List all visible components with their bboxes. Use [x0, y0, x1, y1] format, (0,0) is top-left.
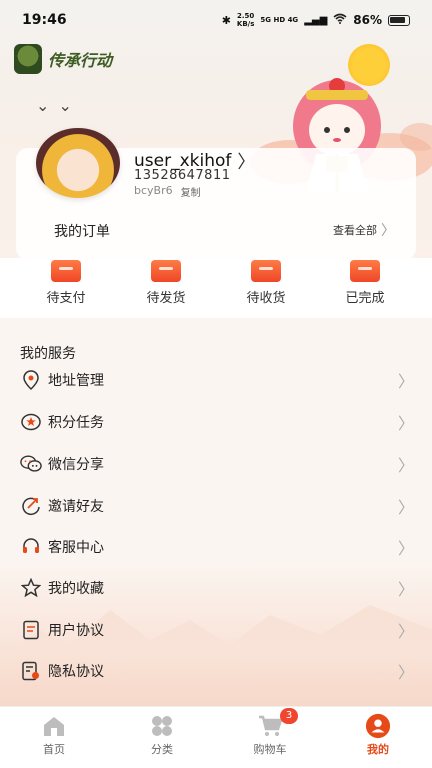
profile-icon: [365, 713, 391, 739]
order-pending-payment[interactable]: 待支付: [26, 258, 106, 318]
chevron-right-icon: 〉: [397, 580, 414, 599]
status-bar: 19:46 ✱ 2.50 KB/s 5G HD 4G ▂▄▆ 86%: [0, 0, 432, 40]
nav-profile[interactable]: 我的: [324, 707, 432, 768]
service-label: 隐私协议: [48, 664, 104, 680]
avatar[interactable]: [36, 128, 120, 198]
chevron-right-icon: 〉: [381, 223, 395, 239]
nav-category[interactable]: 分类: [108, 707, 216, 768]
service-label: 积分任务: [48, 415, 104, 431]
chevron-right-icon: 〉: [397, 372, 414, 391]
star-icon: [20, 577, 42, 599]
user-id: bcyBr6: [134, 184, 173, 197]
service-points-task[interactable]: 积分任务 〉: [0, 401, 432, 443]
service-label: 微信分享: [48, 457, 104, 473]
view-all-label: 查看全部: [333, 224, 377, 237]
cart-badge: 3: [280, 708, 298, 724]
nav-label: 我的: [367, 743, 389, 756]
wallet-icon: [51, 260, 81, 282]
service-invite-friends[interactable]: 邀请好友 〉: [0, 485, 432, 527]
status-time: 19:46: [22, 12, 67, 28]
order-label: 待支付: [46, 291, 86, 306]
copy-button[interactable]: 复制: [181, 184, 201, 199]
chevron-right-icon: 〉: [397, 414, 414, 433]
service-label: 客服中心: [48, 540, 104, 556]
location-icon: [20, 369, 42, 391]
service-privacy-agreement[interactable]: 隐私协议 〉: [0, 650, 432, 692]
phone-number: 13528647811: [134, 168, 231, 183]
nav-label: 购物车: [253, 743, 287, 756]
service-label: 邀请好友: [48, 499, 104, 515]
chevron-right-icon: 〉: [397, 498, 414, 517]
service-customer-center[interactable]: 客服中心 〉: [0, 526, 432, 568]
network-tags: 5G HD 4G: [260, 16, 299, 24]
nav-label: 首页: [43, 743, 65, 756]
service-label: 地址管理: [48, 373, 104, 389]
truck-icon: [251, 260, 281, 282]
chevron-right-icon: 〉: [397, 539, 414, 558]
order-pending-receipt[interactable]: 待收货: [226, 258, 306, 318]
chevron-right-icon: 〉: [237, 152, 256, 173]
nav-cart[interactable]: 购物车: [216, 707, 324, 768]
bottom-nav: 首页 分类 购物车 我的: [0, 706, 432, 768]
net-speed: 2.50: [237, 12, 255, 20]
logo-mark-icon: [14, 44, 42, 74]
nav-label: 分类: [151, 743, 173, 756]
service-favorites[interactable]: 我的收藏 〉: [0, 567, 432, 609]
wifi-icon: [333, 13, 347, 27]
wechat-icon: [20, 453, 42, 475]
orders-title: 我的订单: [54, 224, 110, 240]
headset-icon: [20, 536, 42, 558]
service-user-agreement[interactable]: 用户协议 〉: [0, 609, 432, 651]
app-logo: 传承行动: [14, 44, 112, 74]
chevron-right-icon: 〉: [397, 663, 414, 682]
box-icon: [151, 260, 181, 282]
order-status-row: 待支付 待发货 待收货 已完成: [0, 258, 432, 318]
document-icon: [20, 619, 42, 641]
service-address[interactable]: 地址管理 〉: [0, 359, 432, 401]
category-icon: [149, 715, 175, 737]
uid-row: bcyBr6 复制: [134, 184, 201, 199]
order-label: 待收货: [246, 291, 286, 306]
home-icon: [41, 715, 67, 737]
net-unit: KB/s: [236, 20, 255, 28]
points-star-icon: [20, 411, 42, 433]
invite-icon: [20, 495, 42, 517]
return-icon: [350, 260, 380, 282]
order-pending-shipment[interactable]: 待发货: [126, 258, 206, 318]
nav-home[interactable]: 首页: [0, 707, 108, 768]
service-wechat-share[interactable]: 微信分享 〉: [0, 443, 432, 485]
battery-percent: 86%: [353, 13, 382, 27]
bluetooth-icon: ✱: [221, 13, 231, 27]
order-label: 待发货: [146, 291, 186, 306]
service-label: 用户协议: [48, 623, 104, 639]
order-label: 已完成: [345, 291, 385, 306]
privacy-doc-icon: [20, 660, 42, 682]
service-label: 我的收藏: [48, 581, 104, 597]
view-all-orders-button[interactable]: 查看全部 〉: [333, 220, 395, 240]
logo-text: 传承行动: [48, 51, 113, 70]
cart-icon: [257, 715, 283, 737]
battery-icon: [388, 14, 410, 26]
chevron-right-icon: 〉: [397, 456, 414, 475]
signal-icon: ▂▄▆: [304, 14, 328, 26]
order-completed[interactable]: 已完成: [325, 258, 405, 318]
chevron-right-icon: 〉: [397, 622, 414, 641]
birds-decoration: ⌄ ⌄: [36, 96, 74, 115]
